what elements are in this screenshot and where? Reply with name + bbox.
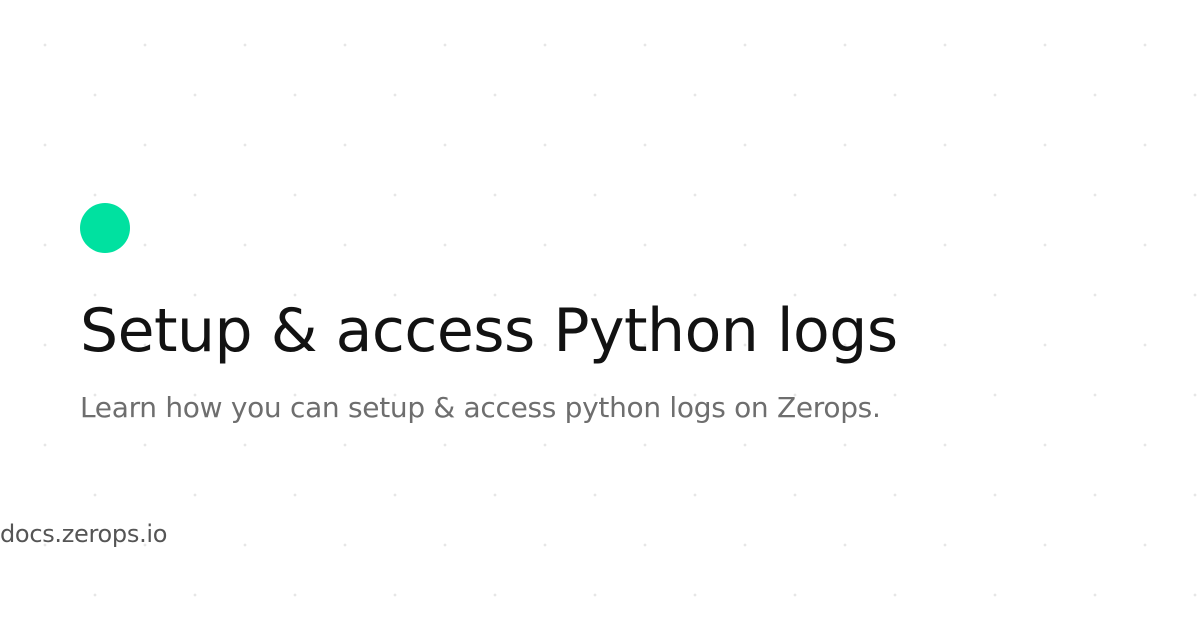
brand-dot-icon (80, 203, 130, 253)
social-card: Setup & access Python logs Learn how you… (0, 0, 1200, 630)
page-title: Setup & access Python logs (80, 296, 898, 366)
page-subtitle: Learn how you can setup & access python … (80, 391, 881, 424)
site-domain: docs.zerops.io (0, 520, 168, 548)
